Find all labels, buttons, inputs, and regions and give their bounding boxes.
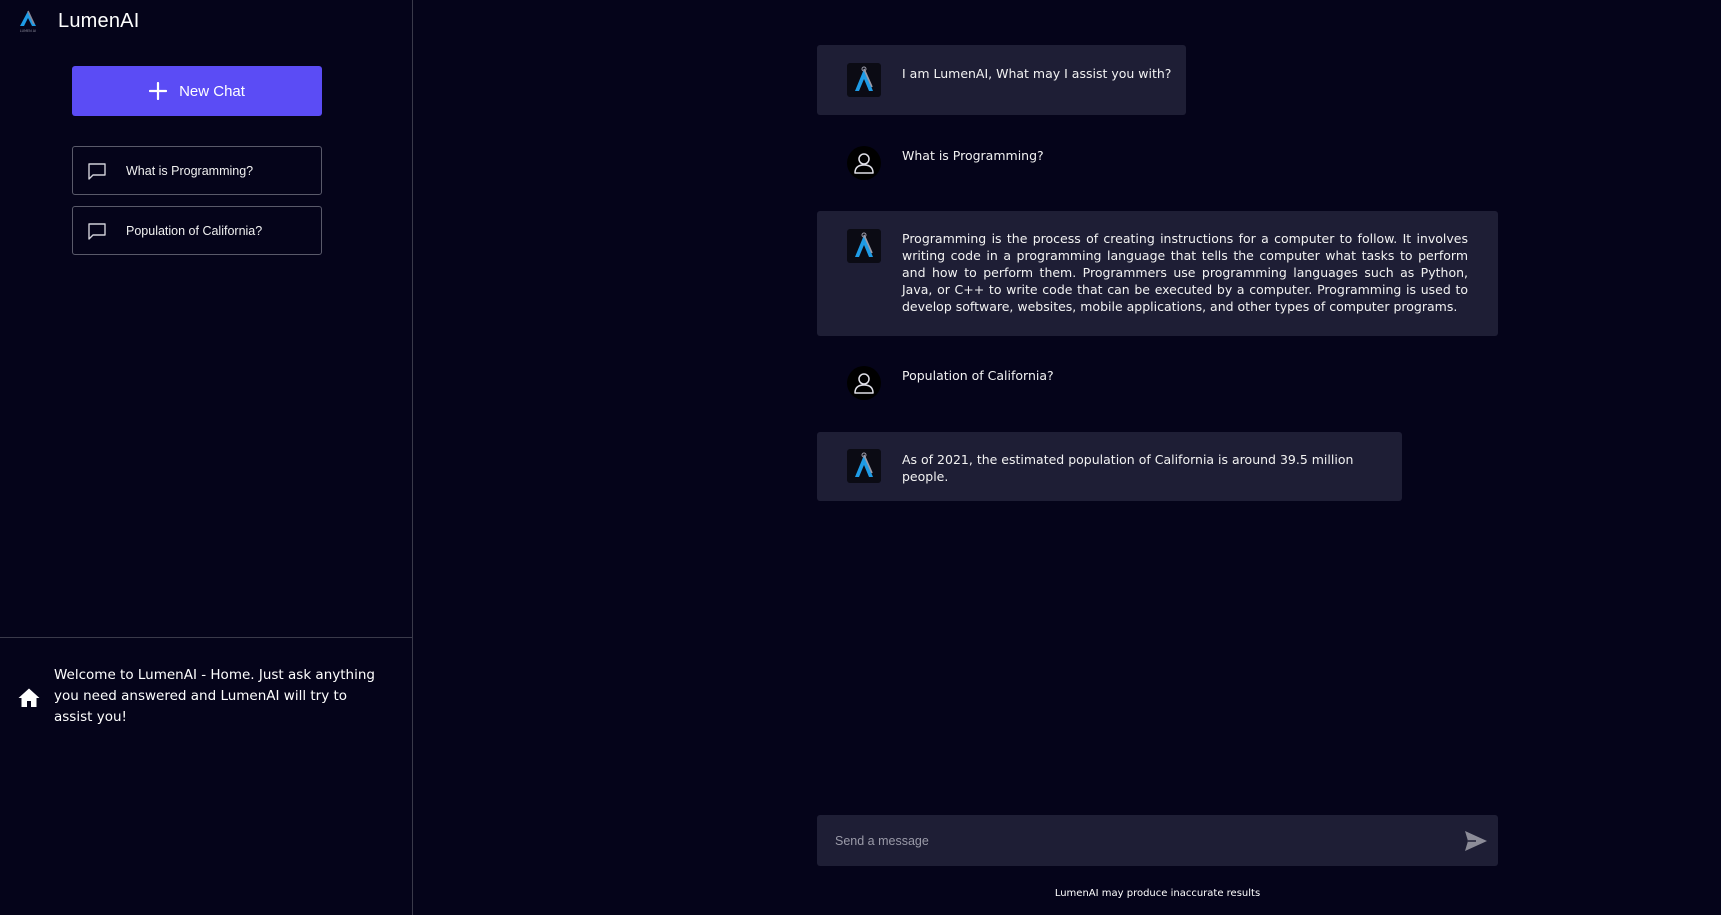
- new-chat-button[interactable]: New Chat: [72, 66, 322, 116]
- app-title: LumenAI: [58, 9, 140, 32]
- message-text: As of 2021, the estimated population of …: [902, 452, 1354, 484]
- welcome-text: Welcome to LumenAI - Home. Just ask anyt…: [54, 667, 375, 725]
- history-item-programming[interactable]: What is Programming?: [72, 146, 322, 195]
- bot-avatar: [847, 229, 881, 263]
- send-icon[interactable]: [1464, 830, 1488, 852]
- message-text: Population of California?: [902, 368, 1054, 383]
- history-item-label: What is Programming?: [126, 163, 254, 178]
- message-text: I am LumenAI, What may I assist you with…: [902, 66, 1172, 81]
- history-item-label: Population of California?: [126, 223, 263, 238]
- app-root: LUMEN AI LumenAI New Chat What is Progra…: [0, 0, 1721, 915]
- brand-logo-caption: LUMEN AI: [20, 29, 36, 33]
- brand[interactable]: LUMEN AI LumenAI: [14, 8, 139, 34]
- user-avatar: [847, 366, 881, 400]
- message-composer: [817, 815, 1498, 866]
- message-text: What is Programming?: [902, 148, 1044, 163]
- user-icon: [854, 153, 874, 174]
- bot-message: I am LumenAI, What may I assist you with…: [817, 45, 1186, 115]
- chat-bubble-icon: [88, 162, 106, 180]
- history-item-california[interactable]: Population of California?: [72, 206, 322, 255]
- lumen-logo-icon: [855, 66, 873, 91]
- bot-message: Programming is the process of creating i…: [817, 211, 1498, 336]
- chat-bubble-icon: [88, 222, 106, 240]
- chat-area: I am LumenAI, What may I assist you with…: [414, 0, 1721, 915]
- plus-icon: [149, 82, 168, 100]
- sidebar: LUMEN AI LumenAI New Chat What is Progra…: [0, 0, 413, 915]
- message-text: Programming is the process of creating i…: [902, 231, 1468, 314]
- lumen-logo-icon: [855, 232, 873, 257]
- welcome-panel: Welcome to LumenAI - Home. Just ask anyt…: [17, 665, 384, 728]
- bot-message: As of 2021, the estimated population of …: [817, 432, 1402, 501]
- bot-avatar: [847, 449, 881, 483]
- lumen-logo-icon: [855, 452, 873, 477]
- user-icon: [854, 373, 874, 394]
- user-message: What is Programming?: [817, 128, 1498, 188]
- disclaimer-text: LumenAI may produce inaccurate results: [1054, 888, 1261, 899]
- message-input[interactable]: [835, 830, 1435, 852]
- home-icon: [18, 688, 40, 707]
- bot-avatar: [847, 63, 881, 97]
- lumen-logo-icon: LUMEN AI: [20, 10, 36, 33]
- sidebar-divider: [0, 637, 413, 638]
- user-avatar: [847, 146, 881, 180]
- new-chat-label: New Chat: [179, 82, 245, 100]
- user-message: Population of California?: [817, 348, 1498, 408]
